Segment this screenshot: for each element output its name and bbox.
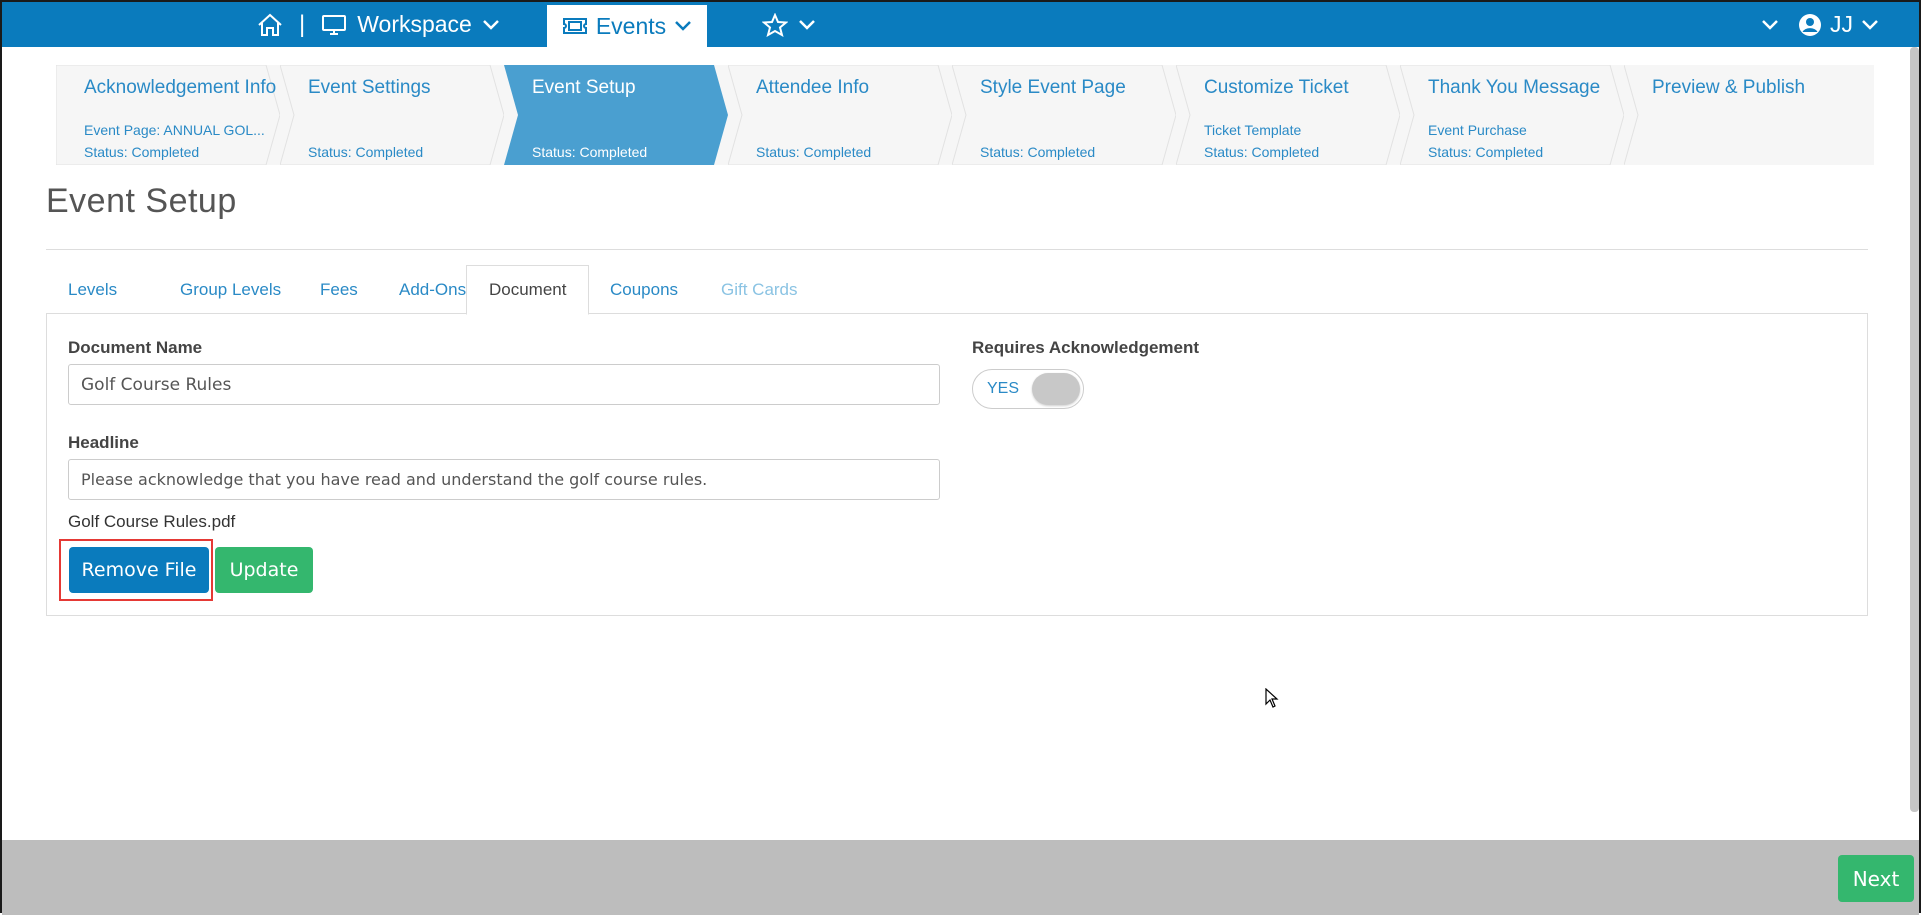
step-title: Preview & Publish [1652, 77, 1806, 98]
chevron-down-icon[interactable] [1761, 19, 1779, 31]
chevron-down-icon[interactable] [798, 19, 816, 31]
star-icon[interactable] [762, 12, 788, 37]
top-nav-bar: | Workspace Events JJ [2, 2, 1919, 47]
step-status: Status: Completed [756, 144, 872, 160]
separator: | [299, 10, 306, 38]
requires-acknowledgement-label: Requires Acknowledgement [972, 338, 1200, 357]
step-title: Acknowledgement Info [84, 77, 277, 98]
next-button[interactable]: Next [1838, 855, 1914, 902]
step-title: Style Event Page [980, 77, 1126, 98]
step-title: Thank You Message [1428, 77, 1601, 98]
divider [46, 249, 1868, 250]
wizard-step-acknowledgement-info[interactable]: Acknowledgement Info Event Page: ANNUAL … [56, 65, 280, 165]
step-status: Status: Completed [1428, 144, 1544, 160]
user-menu[interactable]: JJ [1798, 2, 1879, 47]
user-avatar-icon[interactable] [1798, 13, 1822, 37]
step-status: Status: Completed [84, 144, 200, 160]
step-subtitle: Event Purchase [1428, 122, 1527, 138]
step-title: Event Settings [308, 77, 431, 98]
wizard-step-event-setup[interactable]: Event Setup Status: Completed [504, 65, 728, 165]
tab-gift-cards[interactable]: Gift Cards [699, 265, 820, 314]
toggle-label: YES [987, 380, 1020, 397]
wizard-step-thank-you-message[interactable]: Thank You Message Event Purchase Status:… [1400, 65, 1624, 165]
mouse-cursor-icon [1265, 688, 1279, 708]
wizard-step-preview-publish[interactable]: Preview & Publish [1624, 65, 1874, 165]
workspace-label[interactable]: Workspace [357, 11, 472, 38]
step-title: Customize Ticket [1204, 77, 1349, 98]
favorites-menu[interactable] [762, 2, 816, 47]
update-button[interactable]: Update [215, 547, 313, 593]
wizard-step-event-settings[interactable]: Event Settings Status: Completed [280, 65, 504, 165]
ticket-icon [562, 17, 588, 35]
wizard-step-attendee-info[interactable]: Attendee Info Status: Completed [728, 65, 952, 165]
events-label[interactable]: Events [596, 13, 666, 40]
step-status: Status: Completed [532, 144, 648, 160]
chevron-down-icon[interactable] [674, 20, 692, 32]
remove-file-button[interactable]: Remove File [69, 547, 209, 593]
headline-input[interactable] [68, 459, 940, 500]
footer-bar [2, 840, 1919, 915]
tab-document[interactable]: Document [466, 265, 590, 315]
headline-label: Headline [68, 433, 139, 452]
step-status: Status: Completed [308, 144, 424, 160]
requires-acknowledgement-toggle[interactable]: YES [972, 369, 1084, 409]
monitor-icon [321, 13, 347, 37]
notifications-menu[interactable] [1761, 2, 1779, 47]
document-name-label: Document Name [68, 338, 203, 357]
wizard-steps: Acknowledgement Info Event Page: ANNUAL … [56, 65, 1874, 165]
home-icon[interactable] [257, 13, 283, 37]
chevron-down-icon[interactable] [482, 19, 500, 31]
toggle-knob[interactable] [1032, 373, 1080, 405]
user-initials[interactable]: JJ [1830, 11, 1853, 38]
tab-coupons[interactable]: Coupons [588, 265, 700, 314]
workspace-menu[interactable]: | Workspace [257, 2, 500, 47]
step-status: Status: Completed [980, 144, 1096, 160]
wizard-step-customize-ticket[interactable]: Customize Ticket Ticket Template Status:… [1176, 65, 1400, 165]
chevron-down-icon[interactable] [1861, 19, 1879, 31]
step-title: Event Setup [532, 77, 636, 98]
step-subtitle: Event Page: ANNUAL GOL... [84, 122, 265, 138]
events-menu[interactable]: Events [547, 2, 707, 47]
tab-fees[interactable]: Fees [298, 265, 380, 314]
step-subtitle: Ticket Template [1204, 122, 1302, 138]
setup-tabs: Levels Group Levels Fees Add-Ons Documen… [46, 265, 1868, 315]
wizard-step-style-event-page[interactable]: Style Event Page Status: Completed [952, 65, 1176, 165]
tab-group-levels[interactable]: Group Levels [158, 265, 303, 314]
step-status: Status: Completed [1204, 144, 1320, 160]
document-name-input[interactable] [68, 364, 940, 405]
attached-file-name: Golf Course Rules.pdf [68, 512, 236, 531]
step-title: Attendee Info [756, 77, 870, 98]
tab-levels[interactable]: Levels [46, 265, 139, 314]
page-title: Event Setup [46, 182, 237, 220]
vertical-scrollbar[interactable] [1910, 47, 1919, 812]
